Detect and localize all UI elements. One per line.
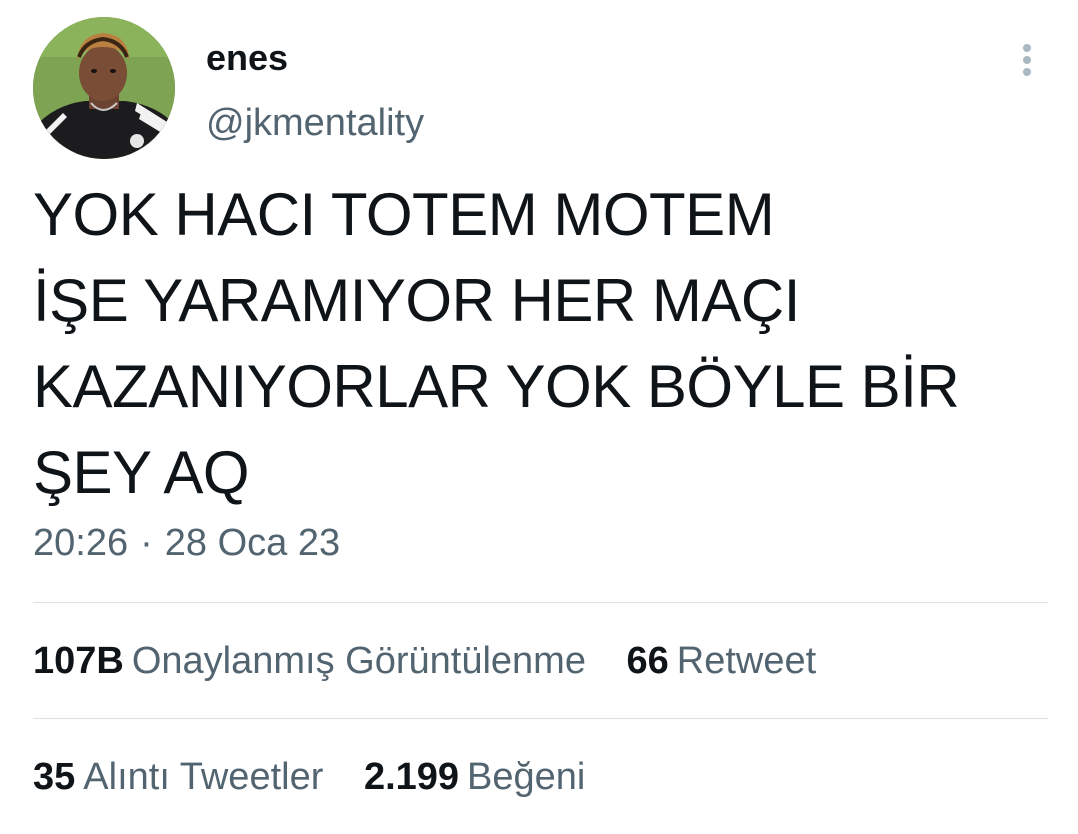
- views-stat[interactable]: 107B Onaylanmış Görüntülenme: [33, 638, 586, 684]
- author-handle[interactable]: @jkmentality: [206, 100, 424, 146]
- tweet-text: YOK HACI TOTEM MOTEM İŞE YARAMIYOR HER M…: [33, 172, 1053, 516]
- divider: [33, 602, 1048, 603]
- more-dot: [1023, 56, 1031, 64]
- divider: [33, 718, 1048, 719]
- likes-stat[interactable]: 2.199 Beğeni: [364, 754, 585, 800]
- quote-tweets-count: 35: [33, 756, 76, 798]
- tweet-text-line: İŞE YARAMIYOR HER MAÇI: [33, 267, 800, 334]
- more-vertical-icon[interactable]: [1010, 40, 1044, 80]
- tweet-date: 28 Oca 23: [164, 522, 341, 564]
- author-display-name[interactable]: enes: [206, 36, 288, 80]
- views-label: Onaylanmış Görüntülenme: [131, 640, 586, 682]
- tweet-text-line: ŞEY AQ: [33, 439, 250, 506]
- avatar[interactable]: [33, 17, 175, 159]
- likes-count: 2.199: [363, 756, 460, 798]
- more-dot: [1023, 44, 1031, 52]
- avatar-photo: [33, 17, 175, 159]
- more-dot: [1023, 68, 1031, 76]
- likes-label: Beğeni: [467, 756, 586, 798]
- tweet-timestamp[interactable]: 20:26 · 28 Oca 23: [33, 520, 340, 566]
- tweet-text-line: KAZANIYORLAR YOK BÖYLE BİR: [33, 353, 960, 420]
- tweet-card: enes @jkmentality YOK HACI TOTEM MOTEM İ…: [0, 0, 1078, 834]
- stats-row-quotes-likes: 35 Alıntı Tweetler 2.199 Beğeni: [33, 754, 585, 800]
- views-count: 107B: [33, 640, 124, 682]
- quote-tweets-stat[interactable]: 35 Alıntı Tweetler: [33, 754, 323, 800]
- retweets-label: Retweet: [676, 640, 817, 682]
- retweets-count: 66: [626, 640, 669, 682]
- tweet-time: 20:26: [33, 522, 129, 564]
- retweets-stat[interactable]: 66 Retweet: [627, 638, 817, 684]
- quote-tweets-label: Alıntı Tweetler: [83, 756, 324, 798]
- stats-row-views-retweets: 107B Onaylanmış Görüntülenme 66 Retweet: [33, 638, 816, 684]
- timestamp-separator: ·: [140, 522, 153, 564]
- tweet-text-line: YOK HACI TOTEM MOTEM: [33, 181, 775, 248]
